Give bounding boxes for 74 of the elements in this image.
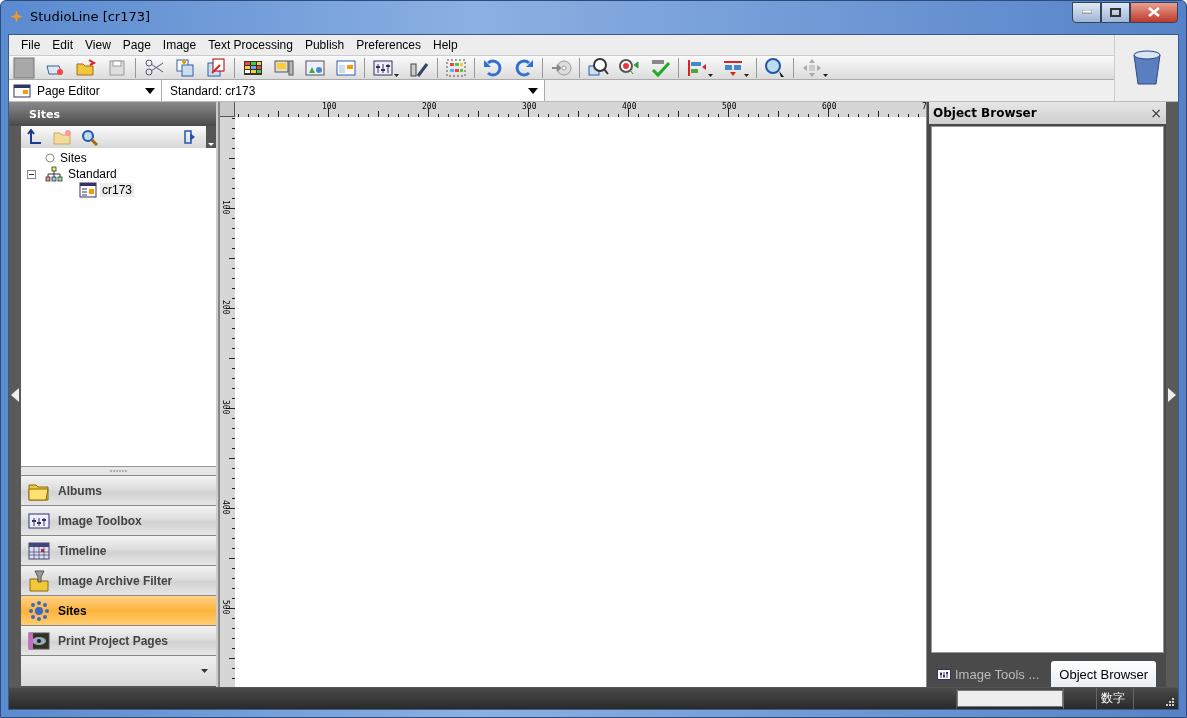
- left-arrow-icon[interactable]: [11, 387, 19, 402]
- tree-item[interactable]: Sites: [58, 151, 89, 165]
- sliders-icon: [937, 668, 951, 680]
- ruler-label: 400: [221, 500, 230, 515]
- ruler-label: 500: [221, 600, 230, 615]
- ruler-label: 100: [322, 102, 337, 111]
- collapse-toggle-icon[interactable]: [27, 169, 36, 179]
- menu-item[interactable]: Image: [156, 38, 203, 52]
- panel-title: Sites: [9, 102, 216, 126]
- tree-item[interactable]: Standard: [66, 167, 119, 181]
- ruler-label: 200: [221, 300, 230, 315]
- menu-item[interactable]: Text Processing: [202, 38, 299, 52]
- navigator-item[interactable]: Albums: [21, 475, 216, 505]
- open-folder-icon[interactable]: [75, 56, 97, 79]
- resize-grip-icon[interactable]: [1164, 696, 1174, 706]
- menu-item[interactable]: Page: [116, 38, 157, 52]
- text-search-icon[interactable]: [587, 56, 609, 79]
- mode-dropdown[interactable]: Page Editor: [9, 80, 162, 101]
- window-title: StudioLine [cr173]: [30, 8, 151, 24]
- eye-image-icon: [28, 629, 50, 652]
- funnel-folder-icon: [28, 569, 50, 592]
- color-grid-icon[interactable]: [445, 56, 467, 79]
- page-layout-icon: [79, 182, 97, 198]
- ruler-label: 300: [522, 102, 537, 111]
- ruler-label: 7: [922, 102, 926, 111]
- maximize-icon: [1110, 7, 1121, 17]
- menu-item[interactable]: Edit: [46, 38, 80, 52]
- paste-icon[interactable]: [205, 56, 227, 79]
- blank-button[interactable]: [13, 56, 35, 79]
- navigator-item[interactable]: Timeline: [21, 535, 216, 565]
- close-button[interactable]: [1130, 1, 1178, 23]
- minimize-button[interactable]: [1072, 1, 1101, 23]
- page-dropdown[interactable]: Standard: cr173: [162, 80, 545, 101]
- navigator-item[interactable]: Sites: [21, 595, 216, 625]
- ruler-label: 600: [822, 102, 837, 111]
- radio-circle-icon: [45, 153, 55, 163]
- menu-item[interactable]: Preferences: [350, 38, 427, 52]
- tree-item[interactable]: cr173: [100, 183, 135, 197]
- menu-item[interactable]: View: [79, 38, 117, 52]
- page-layout-icon: [13, 83, 31, 98]
- copy-icon[interactable]: [174, 56, 196, 79]
- dots-circle-icon: [28, 599, 50, 622]
- right-arrow-icon[interactable]: [1168, 387, 1176, 402]
- panel-title: Object Browser: [933, 106, 1037, 120]
- app-star-icon: [9, 8, 24, 24]
- menu-item[interactable]: Publish: [298, 38, 351, 52]
- sitemap-icon: [45, 166, 63, 182]
- ruler-label: 100: [221, 200, 230, 215]
- dropdown-arrow-icon: [528, 87, 538, 94]
- dropdown-arrow-icon: [145, 87, 155, 94]
- maximize-button[interactable]: [1101, 1, 1130, 23]
- navigator-item[interactable]: Image Toolbox: [21, 505, 216, 535]
- cut-icon[interactable]: [143, 56, 165, 79]
- input-mode-indicator: 数字: [1096, 688, 1134, 709]
- minimize-icon: [1081, 10, 1092, 14]
- navigator-item[interactable]: Image Archive Filter: [21, 565, 216, 595]
- navigator-item[interactable]: Print Project Pages: [21, 625, 216, 655]
- close-icon: [1148, 7, 1160, 17]
- ruler-label: 500: [722, 102, 737, 111]
- search-icon[interactable]: [81, 128, 98, 146]
- zoom-pointer-icon[interactable]: [764, 56, 786, 79]
- panel-tab[interactable]: Object Browser: [1051, 661, 1157, 687]
- menu-item[interactable]: File: [15, 38, 47, 52]
- calendar-icon: [28, 539, 50, 562]
- export-arrow-icon[interactable]: [184, 130, 196, 144]
- trash-bin-icon[interactable]: [1131, 50, 1162, 86]
- dropdown-arrow-icon[interactable]: [201, 669, 208, 673]
- ruler-corner: [220, 102, 235, 117]
- close-button[interactable]: ×: [1150, 105, 1162, 121]
- menu-item[interactable]: Help: [427, 38, 464, 52]
- ruler-label: 200: [422, 102, 437, 111]
- ruler-label: 300: [221, 400, 230, 415]
- ruler-label: 400: [622, 102, 637, 111]
- up-arrow-icon[interactable]: [27, 129, 43, 145]
